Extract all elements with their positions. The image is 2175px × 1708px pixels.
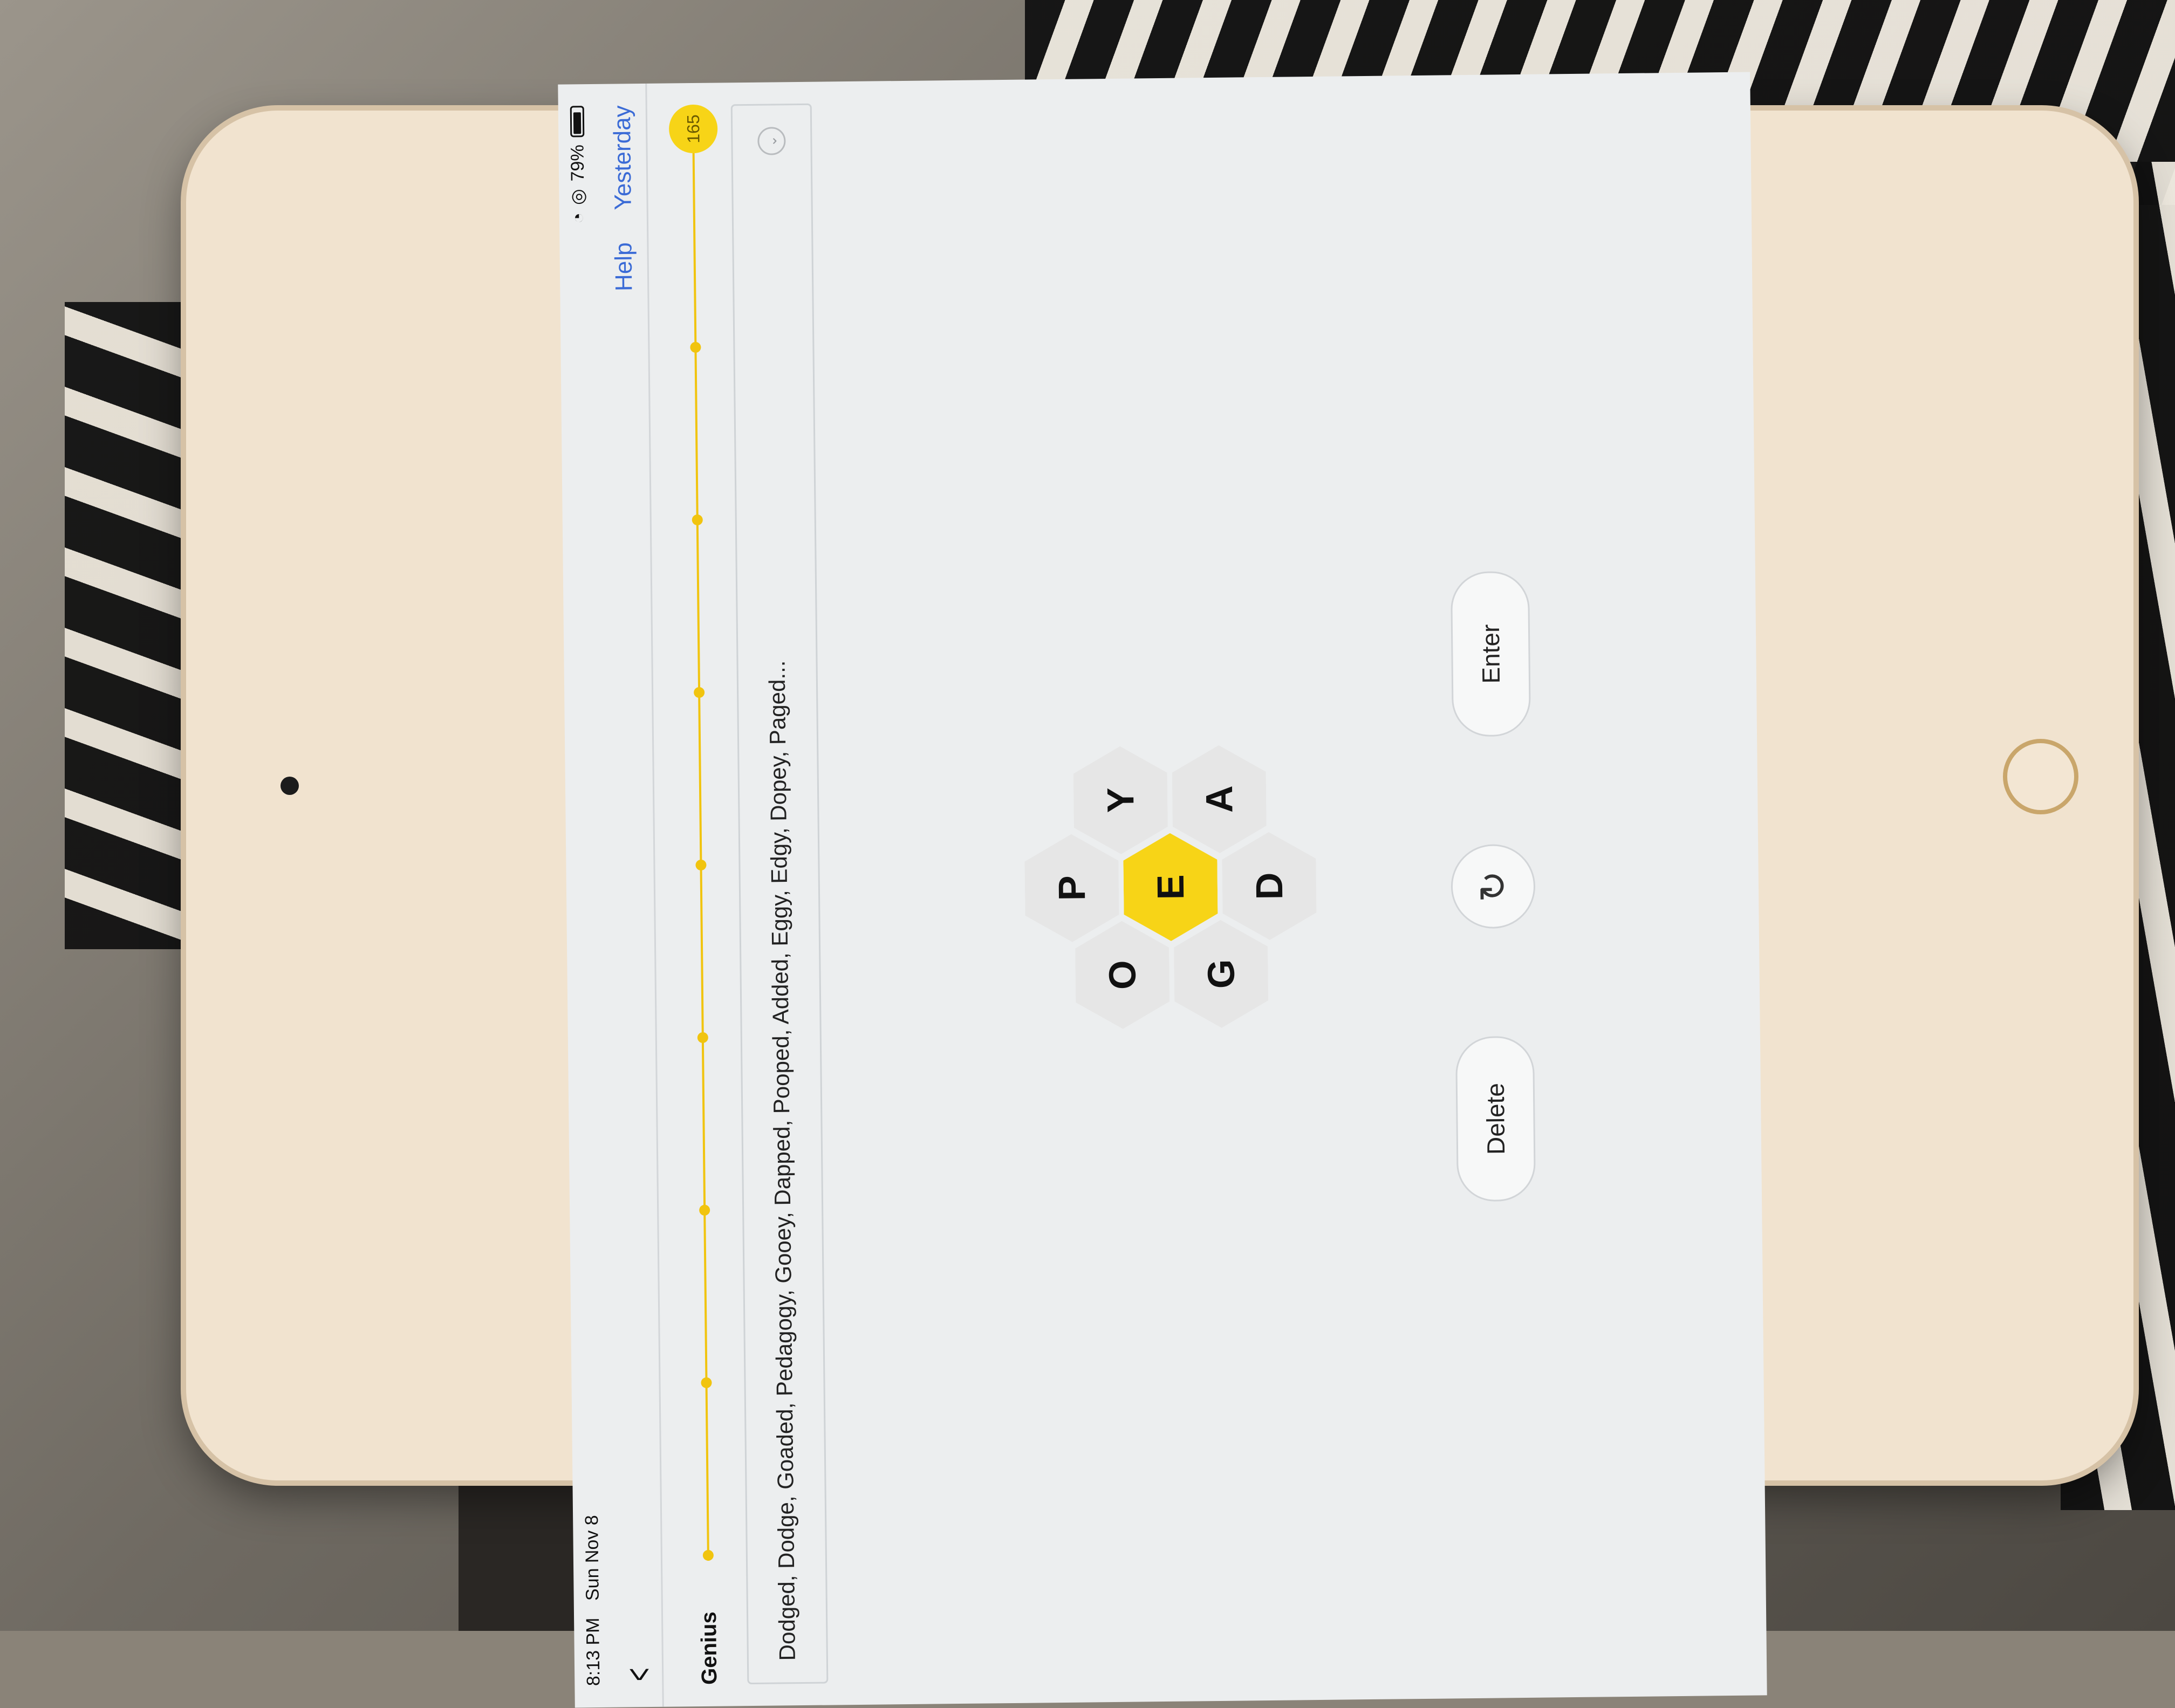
letter-hive: E P Y A D G O xyxy=(985,680,1356,1094)
hex-center[interactable]: E xyxy=(1123,833,1218,942)
progress-milestone-dot xyxy=(692,514,703,526)
hex-bottom[interactable]: D xyxy=(1222,832,1317,941)
found-words-list: Dodged, Dodge, Goaded, Pedagogy, Gooey, … xyxy=(764,660,800,1661)
hex-top-left[interactable]: O xyxy=(1075,921,1170,1030)
progress-milestone-dot xyxy=(702,1549,714,1561)
yesterday-link[interactable]: Yesterday xyxy=(608,105,637,210)
progress-milestone-dot xyxy=(697,1032,708,1044)
status-date: Sun Nov 8 xyxy=(581,1515,603,1601)
lock-rotation-icon: ◎ xyxy=(567,189,589,205)
expand-chevron-icon[interactable]: ⌄ xyxy=(757,127,786,155)
rank-row: Genius 165 xyxy=(668,104,729,1685)
hex-bottom-left[interactable]: G xyxy=(1174,920,1269,1028)
progress-milestone-dot xyxy=(699,1204,710,1216)
found-words-box[interactable]: Dodged, Dodge, Goaded, Pedagogy, Gooey, … xyxy=(730,103,829,1685)
progress-milestone-dot xyxy=(701,1377,712,1389)
back-chevron-icon[interactable]: < xyxy=(618,1668,660,1681)
wifi-icon: ◔ xyxy=(567,212,589,224)
status-time: 8:13 PM xyxy=(582,1617,604,1686)
progress-milestone-dot xyxy=(690,341,701,353)
home-button[interactable] xyxy=(2003,739,2078,814)
battery-percent: 79% xyxy=(566,145,588,182)
progress-milestone-dot xyxy=(695,859,707,871)
battery-icon xyxy=(570,106,585,138)
score-badge: 165 xyxy=(668,104,718,154)
shuffle-icon[interactable]: ↻ xyxy=(1451,843,1536,929)
enter-button[interactable]: Enter xyxy=(1450,571,1531,737)
rank-label: Genius xyxy=(696,1611,721,1685)
hex-bottom-right[interactable]: A xyxy=(1172,745,1267,854)
hex-top[interactable]: P xyxy=(1024,834,1119,943)
app-screen: 8:13 PM Sun Nov 8 ◔ ◎ 79% < Help Yesterd… xyxy=(558,72,1767,1708)
rank-progress-bar[interactable]: 165 xyxy=(668,104,727,1561)
progress-line xyxy=(692,126,709,1561)
hex-top-right[interactable]: Y xyxy=(1073,746,1168,855)
controls: Delete ↻ Enter xyxy=(1442,74,1544,1698)
progress-milestone-dot xyxy=(694,687,705,698)
help-link[interactable]: Help xyxy=(610,242,638,291)
delete-button[interactable]: Delete xyxy=(1455,1035,1536,1202)
